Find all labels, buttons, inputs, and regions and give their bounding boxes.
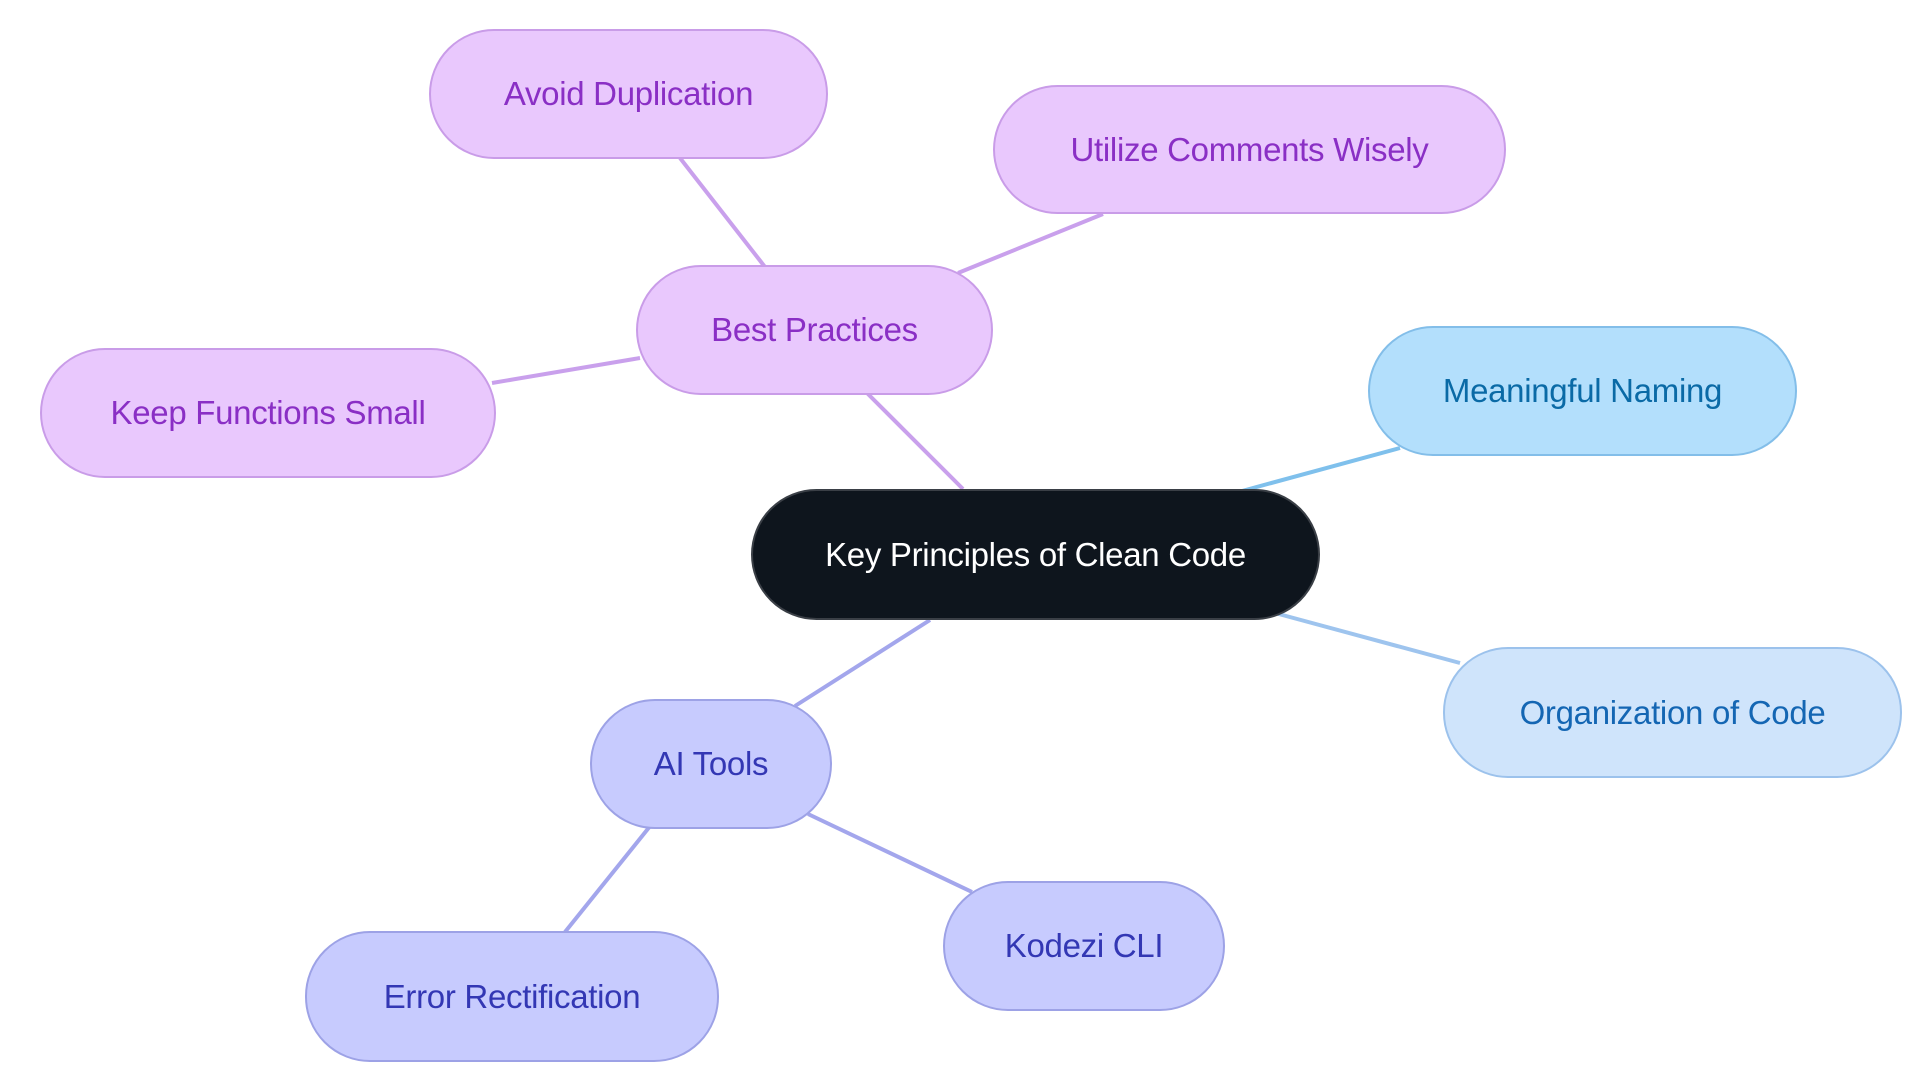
- node-root-key-principles[interactable]: Key Principles of Clean Code: [751, 489, 1320, 620]
- edge-ai-tools-kodezi-cli: [807, 812, 973, 894]
- node-label: AI Tools: [653, 745, 769, 782]
- node-label: Organization of Code: [1519, 693, 1826, 731]
- edge-root-meaningful-naming: [1241, 446, 1401, 493]
- node-label: Utilize Comments Wisely: [1070, 130, 1429, 168]
- edge-root-best-practices: [865, 391, 965, 491]
- edge-best-practices-avoid-duplication: [678, 156, 767, 269]
- edge-root-ai-tools: [793, 618, 932, 708]
- edge-ai-tools-error-rectification: [563, 818, 657, 934]
- node-label: Best Practices: [711, 311, 918, 348]
- node-label: Avoid Duplication: [503, 75, 754, 112]
- node-kodezi-cli[interactable]: Kodezi CLI: [943, 881, 1225, 1011]
- node-label: Meaningful Naming: [1442, 372, 1723, 409]
- node-label: Error Rectification: [383, 977, 641, 1015]
- node-label: Kodezi CLI: [1004, 927, 1164, 964]
- node-best-practices[interactable]: Best Practices: [636, 265, 993, 395]
- node-keep-functions-small[interactable]: Keep Functions Small: [40, 348, 496, 478]
- node-utilize-comments-wisely[interactable]: Utilize Comments Wisely: [993, 85, 1506, 214]
- node-meaningful-naming[interactable]: Meaningful Naming: [1368, 326, 1797, 456]
- node-avoid-duplication[interactable]: Avoid Duplication: [429, 29, 828, 159]
- edge-root-organization-of-code: [1274, 611, 1461, 665]
- edge-best-practices-keep-functions-small: [491, 356, 641, 385]
- root-label: Key Principles of Clean Code: [825, 535, 1246, 573]
- edge-best-practices-utilize-comments: [957, 212, 1104, 275]
- node-ai-tools[interactable]: AI Tools: [590, 699, 832, 829]
- node-error-rectification[interactable]: Error Rectification: [305, 931, 719, 1062]
- node-organization-of-code[interactable]: Organization of Code: [1443, 647, 1902, 778]
- node-label: Keep Functions Small: [110, 394, 426, 431]
